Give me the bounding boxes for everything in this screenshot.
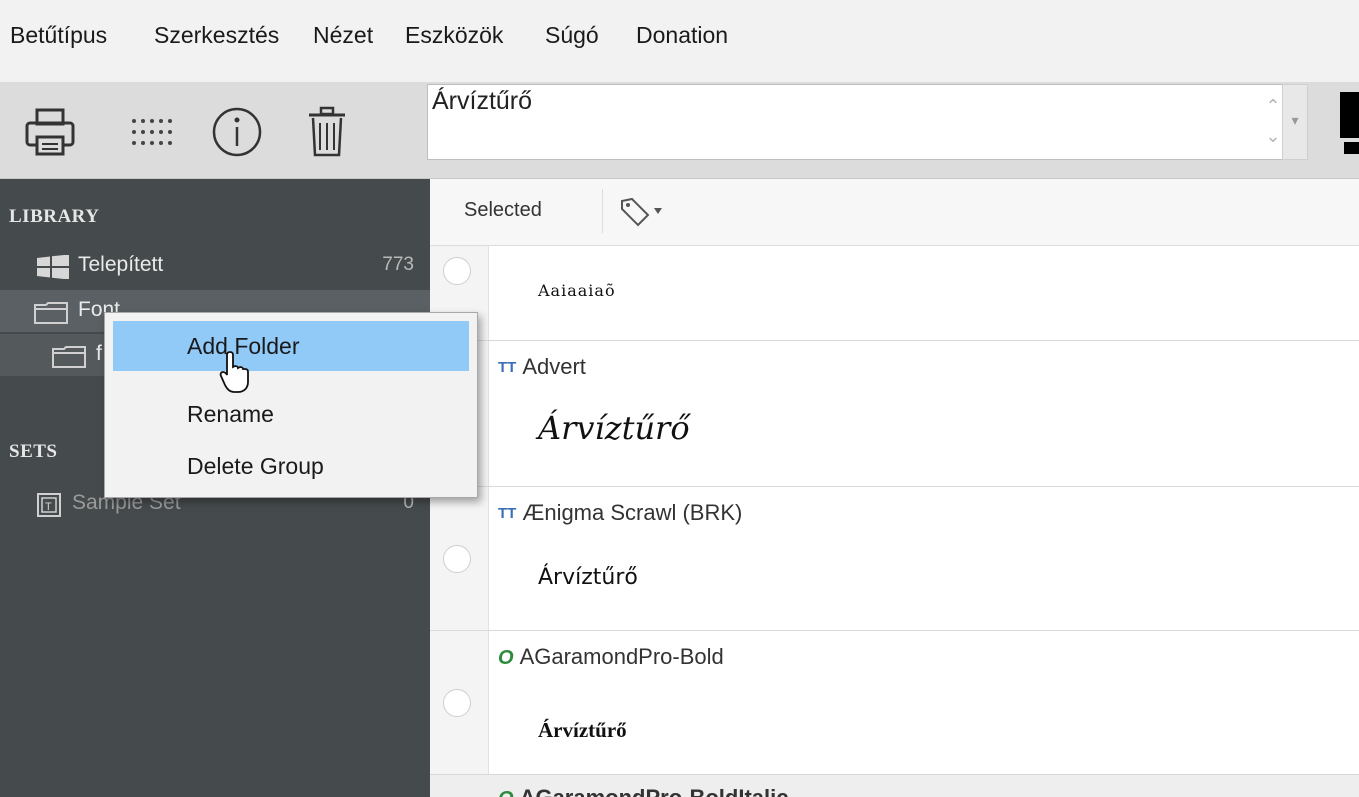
font-name: AGaramondPro-Bold bbox=[519, 644, 724, 669]
font-row[interactable]: TT Advert Árvíztűrő bbox=[430, 341, 1359, 487]
font-sample: Árvíztűrő bbox=[538, 718, 627, 742]
font-name-line: TT Advert bbox=[498, 354, 586, 380]
font-row[interactable]: O AGaramondPro-Bold Árvíztűrő bbox=[430, 631, 1359, 775]
sidebar-item-label: Telepített bbox=[78, 253, 164, 276]
opentype-icon: O bbox=[498, 788, 514, 797]
windows-icon bbox=[36, 254, 70, 285]
folder-icon bbox=[52, 346, 86, 374]
menu-bar: Betűtípus Szerkesztés Nézet Eszközök Súg… bbox=[0, 0, 1359, 82]
header-divider bbox=[602, 189, 603, 233]
font-sample: Árvíztűrő bbox=[538, 565, 638, 590]
sample-text-input[interactable]: Árvíztűrő ⌃ ⌄ bbox=[427, 84, 1307, 160]
truetype-icon: TT bbox=[498, 359, 517, 376]
menu-szerkesztes[interactable]: Szerkesztés bbox=[154, 22, 279, 49]
font-name-line: TT Ænigma Scrawl (BRK) bbox=[498, 500, 742, 526]
sample-text-value: Árvíztűrő bbox=[432, 87, 533, 115]
context-menu-add-folder[interactable]: Add Folder bbox=[113, 321, 469, 371]
context-menu-label: Delete Group bbox=[187, 453, 324, 479]
selected-filter-button[interactable]: Selected bbox=[464, 199, 542, 222]
sidebar-item-count: 773 bbox=[382, 254, 414, 275]
toolbar: Árvíztűrő ⌃ ⌄ ▾ bbox=[0, 82, 1359, 179]
font-row[interactable]: TT Ænigma Scrawl (BRK) Árvíztűrő bbox=[430, 487, 1359, 631]
mouse-cursor-icon bbox=[219, 351, 249, 393]
chevron-down-icon: ▾ bbox=[1291, 112, 1299, 128]
opentype-icon: O bbox=[498, 647, 514, 669]
set-icon: T bbox=[36, 492, 62, 524]
font-list-panel: Selected Aaiaaiaõ TT Advert Árvíztűrő TT Æ bbox=[430, 179, 1359, 797]
row-select-radio[interactable] bbox=[443, 545, 471, 573]
background-color-swatch[interactable] bbox=[1344, 142, 1359, 154]
font-name-line: O AGaramondPro-Bold bbox=[498, 644, 724, 670]
trash-icon[interactable] bbox=[295, 100, 359, 164]
font-row[interactable]: Aaiaaiaõ bbox=[430, 246, 1359, 341]
sidebar-item-installed[interactable]: Telepített 773 bbox=[0, 245, 430, 287]
context-menu-label: Rename bbox=[187, 401, 274, 427]
font-name: Ænigma Scrawl (BRK) bbox=[522, 500, 743, 525]
sample-dropdown-button[interactable]: ▾ bbox=[1282, 84, 1308, 160]
text-color-swatch[interactable] bbox=[1340, 92, 1359, 138]
svg-text:T: T bbox=[45, 501, 52, 513]
context-menu: Add Folder Rename Delete Group bbox=[104, 312, 478, 498]
library-heading: LIBRARY bbox=[9, 206, 100, 227]
sets-heading: SETS bbox=[9, 441, 58, 462]
context-menu-rename[interactable]: Rename bbox=[113, 389, 469, 439]
truetype-icon: TT bbox=[498, 505, 517, 522]
font-sample: Aaiaaiaõ bbox=[538, 281, 616, 300]
row-gutter bbox=[430, 487, 489, 630]
font-row[interactable]: O AGaramondPro-BoldItalic bbox=[430, 775, 1359, 797]
row-select-radio[interactable] bbox=[443, 689, 471, 717]
tag-dropdown-button[interactable] bbox=[618, 195, 668, 229]
info-icon[interactable] bbox=[205, 100, 269, 164]
font-list-header: Selected bbox=[430, 179, 1359, 246]
menu-eszkozok[interactable]: Eszközök bbox=[405, 22, 503, 49]
printer-icon[interactable] bbox=[18, 100, 82, 164]
tag-icon bbox=[621, 197, 662, 227]
font-name: AGaramondPro-BoldItalic bbox=[520, 785, 789, 797]
folder-icon bbox=[34, 302, 68, 330]
menu-betutipus[interactable]: Betűtípus bbox=[10, 22, 107, 49]
sidebar-item-label: f bbox=[96, 342, 102, 365]
row-select-radio[interactable] bbox=[443, 257, 471, 285]
menu-sugo[interactable]: Súgó bbox=[545, 22, 599, 49]
font-name-line: O AGaramondPro-BoldItalic bbox=[498, 785, 788, 797]
context-menu-delete-group[interactable]: Delete Group bbox=[113, 441, 469, 491]
font-name: Advert bbox=[522, 354, 586, 379]
font-sample: Árvíztűrő bbox=[538, 409, 690, 447]
grid-dots-icon[interactable] bbox=[120, 100, 184, 164]
menu-nezet[interactable]: Nézet bbox=[313, 22, 373, 49]
menu-donation[interactable]: Donation bbox=[636, 22, 728, 49]
row-gutter bbox=[430, 631, 489, 774]
